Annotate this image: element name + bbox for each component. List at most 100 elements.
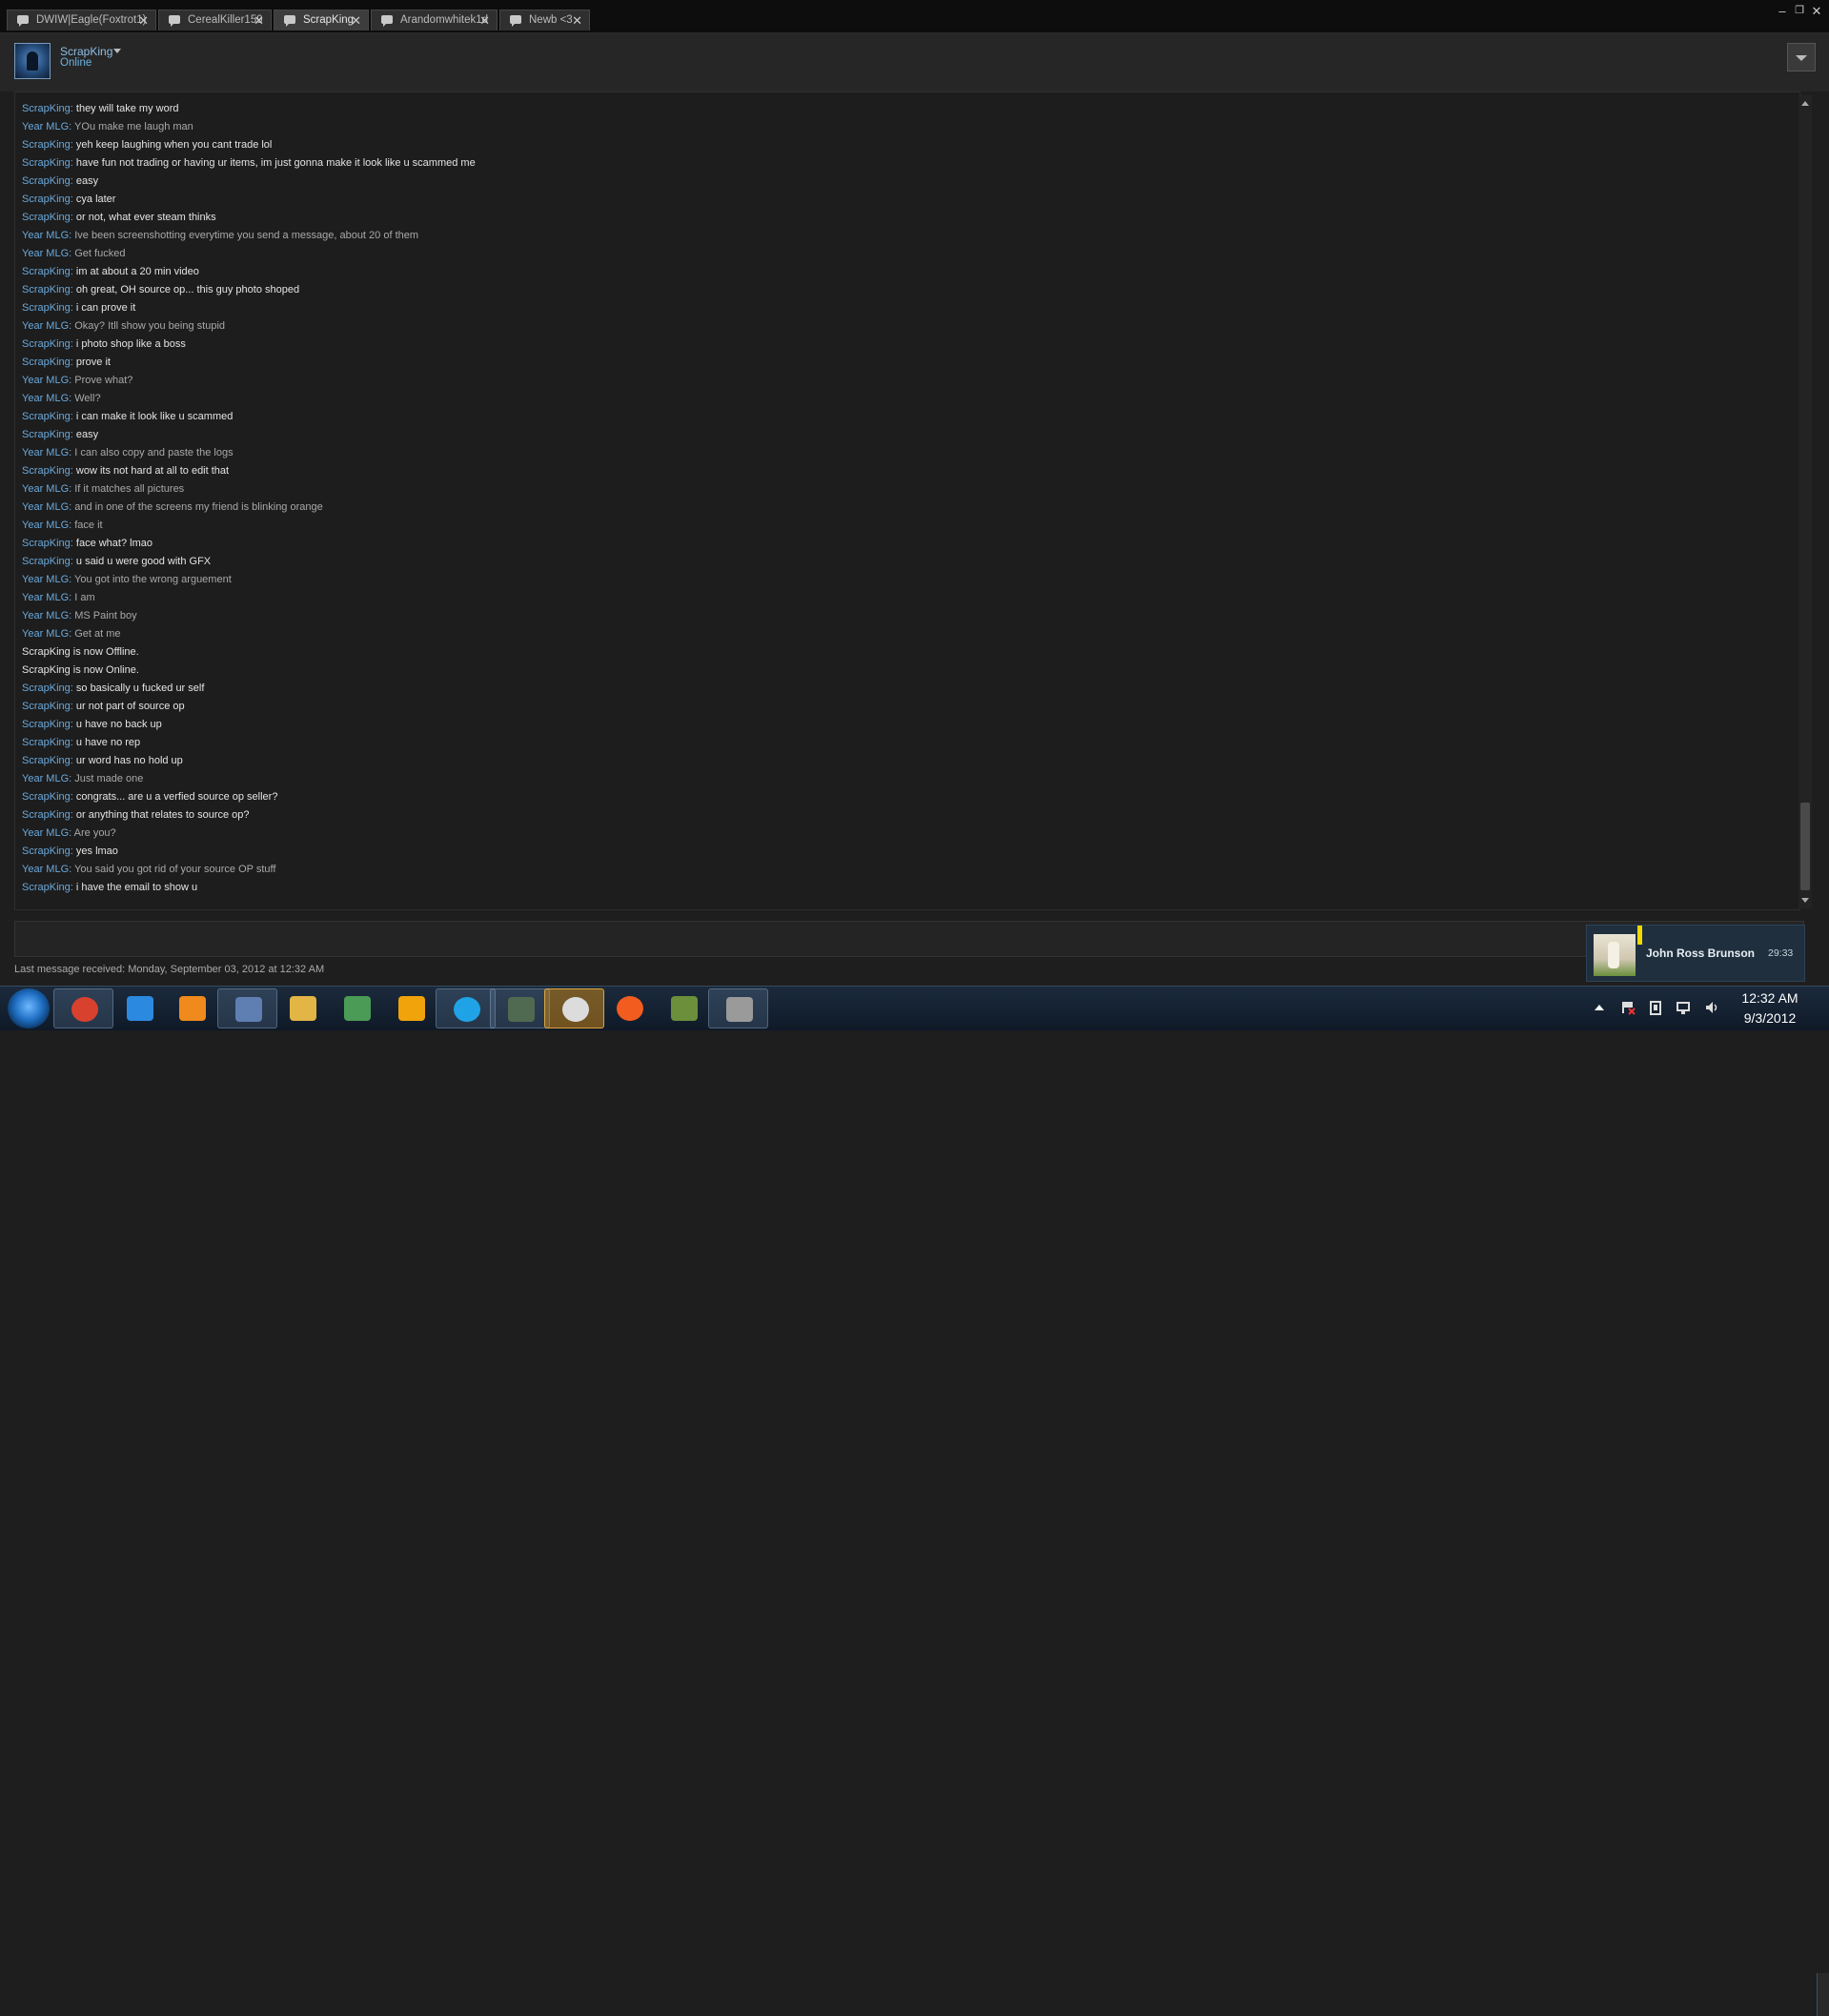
chat-bubble-icon (510, 15, 521, 27)
message-sender[interactable]: Year MLG (22, 375, 69, 386)
taskbar-app-button[interactable] (327, 988, 387, 1028)
message-sender[interactable]: ScrapKing (22, 882, 71, 893)
friend-name[interactable]: ScrapKing (60, 45, 112, 58)
action-center-icon[interactable] (1620, 1000, 1636, 1015)
notification-time: 29:33 (1768, 947, 1794, 959)
scroll-up-arrow-icon[interactable] (1800, 99, 1810, 109)
tab-arandomwhitek1d[interactable]: Arandomwhitek1d ✕ (371, 10, 498, 31)
message-sender[interactable]: ScrapKing (22, 719, 71, 730)
scroll-thumb[interactable] (1800, 803, 1810, 890)
message-sender[interactable]: ScrapKing (22, 139, 71, 151)
taskbar-app-button[interactable] (217, 988, 277, 1028)
clock-time[interactable]: 12:32 AM (1737, 990, 1803, 1006)
message-sender[interactable]: ScrapKing (22, 284, 71, 295)
steam-icon (562, 997, 589, 1022)
message-sender[interactable]: ScrapKing (22, 538, 71, 549)
message-text: ur not part of source op (75, 701, 185, 712)
message-sender[interactable]: Year MLG (22, 447, 69, 458)
chat-message: Year MLG: Are you? (22, 825, 476, 843)
message-text: prove it (75, 356, 111, 368)
tray-expand-icon[interactable] (1592, 1000, 1607, 1015)
chat-message: ScrapKing: prove it (22, 354, 476, 372)
tab-close-icon[interactable]: ✕ (138, 10, 149, 31)
message-sender[interactable]: Year MLG (22, 248, 69, 259)
message-sender[interactable]: ScrapKing (22, 212, 71, 223)
message-sender[interactable]: ScrapKing (22, 338, 71, 350)
message-sender[interactable]: ScrapKing (22, 791, 71, 803)
restore-button[interactable]: ❐ (1792, 4, 1807, 16)
tab-close-icon[interactable]: ✕ (572, 10, 582, 31)
scroll-down-arrow-icon[interactable] (1800, 895, 1810, 905)
close-window-button[interactable]: ✕ (1809, 4, 1824, 19)
friend-notification[interactable]: John Ross Brunson 29:33 (1586, 925, 1805, 982)
volume-icon[interactable] (1704, 1000, 1719, 1015)
device-icon[interactable] (1648, 1000, 1663, 1015)
taskbar-app-button[interactable] (436, 988, 496, 1028)
message-sender[interactable]: Year MLG (22, 628, 69, 640)
taskbar-app-button[interactable] (490, 988, 550, 1028)
message-sender[interactable]: ScrapKing (22, 737, 71, 748)
taskbar-app-button[interactable] (110, 988, 170, 1028)
message-sender[interactable]: ScrapKing (22, 175, 71, 187)
tab-dwiw-eagle[interactable]: DWIW|Eagle(Foxtrot1) ✕ (7, 10, 156, 31)
chat-header: ScrapKing Online (0, 33, 1829, 92)
chat-message: Year MLG: YOu make me laugh man (22, 118, 476, 136)
clock-date[interactable]: 9/3/2012 (1737, 1010, 1803, 1026)
message-sender[interactable]: ScrapKing (22, 266, 71, 277)
message-sender[interactable]: ScrapKing (22, 157, 71, 169)
message-sender[interactable]: ScrapKing (22, 302, 71, 314)
message-text: so basically u fucked ur self (75, 682, 205, 694)
message-sender[interactable]: ScrapKing (22, 103, 71, 114)
taskbar-app-button[interactable] (600, 988, 660, 1028)
taskbar-app-button[interactable] (654, 988, 714, 1028)
tab-close-icon[interactable]: ✕ (254, 10, 264, 31)
message-sender[interactable]: ScrapKing (22, 845, 71, 857)
message-sender[interactable]: Year MLG (22, 574, 69, 585)
message-sender[interactable]: ScrapKing (22, 193, 71, 205)
message-sender[interactable]: Year MLG (22, 827, 69, 839)
taskbar-app-button[interactable] (381, 988, 441, 1028)
tab-close-icon[interactable]: ✕ (479, 10, 490, 31)
message-sender[interactable]: Year MLG (22, 773, 69, 784)
message-sender[interactable]: Year MLG (22, 393, 69, 404)
taskbar-app-button[interactable] (544, 988, 604, 1028)
minimize-button[interactable]: – (1775, 4, 1790, 18)
message-sender[interactable]: ScrapKing (22, 465, 71, 477)
message-sender[interactable]: Year MLG (22, 483, 69, 495)
message-text: i can make it look like u scammed (75, 411, 234, 422)
message-sender[interactable]: ScrapKing (22, 429, 71, 440)
chevron-down-icon[interactable] (113, 49, 121, 53)
message-sender[interactable]: ScrapKing (22, 682, 71, 694)
chat-scrollbar[interactable] (1799, 95, 1812, 908)
message-sender[interactable]: ScrapKing (22, 755, 71, 766)
message-sender[interactable]: Year MLG (22, 230, 69, 241)
chat-message: ScrapKing: i have the email to show u (22, 879, 476, 897)
message-sender[interactable]: ScrapKing (22, 411, 71, 422)
message-sender[interactable]: Year MLG (22, 592, 69, 603)
network-icon[interactable] (1676, 1000, 1691, 1015)
taskbar-app-button[interactable] (708, 988, 768, 1028)
message-sender[interactable]: ScrapKing (22, 701, 71, 712)
message-sender[interactable]: ScrapKing (22, 556, 71, 567)
chat-message: Year MLG: I am (22, 589, 476, 607)
message-input[interactable] (14, 921, 1804, 957)
tab-close-icon[interactable]: ✕ (351, 10, 361, 31)
message-sender[interactable]: ScrapKing (22, 356, 71, 368)
message-sender[interactable]: Year MLG (22, 320, 69, 332)
message-sender[interactable]: Year MLG (22, 610, 69, 621)
message-sender[interactable]: Year MLG (22, 501, 69, 513)
message-sender[interactable]: Year MLG (22, 121, 69, 132)
start-button[interactable] (8, 988, 50, 1028)
tab-scrapking[interactable]: ScrapKing ✕ (274, 10, 369, 31)
message-sender[interactable]: Year MLG (22, 519, 69, 531)
taskbar-app-button[interactable] (162, 988, 222, 1028)
taskbar-app-button[interactable] (53, 988, 113, 1028)
avatar[interactable] (14, 43, 51, 79)
message-sender[interactable]: Year MLG (22, 864, 69, 875)
tab-cerealkiller159[interactable]: CerealKiller159 ✕ (158, 10, 272, 31)
message-sender[interactable]: ScrapKing (22, 809, 71, 821)
chat-options-button[interactable] (1787, 43, 1816, 71)
taskbar-app-button[interactable] (273, 988, 333, 1028)
tab-newb[interactable]: Newb <3 ✕ (499, 10, 590, 31)
show-desktop-button[interactable] (1817, 1973, 1829, 2016)
